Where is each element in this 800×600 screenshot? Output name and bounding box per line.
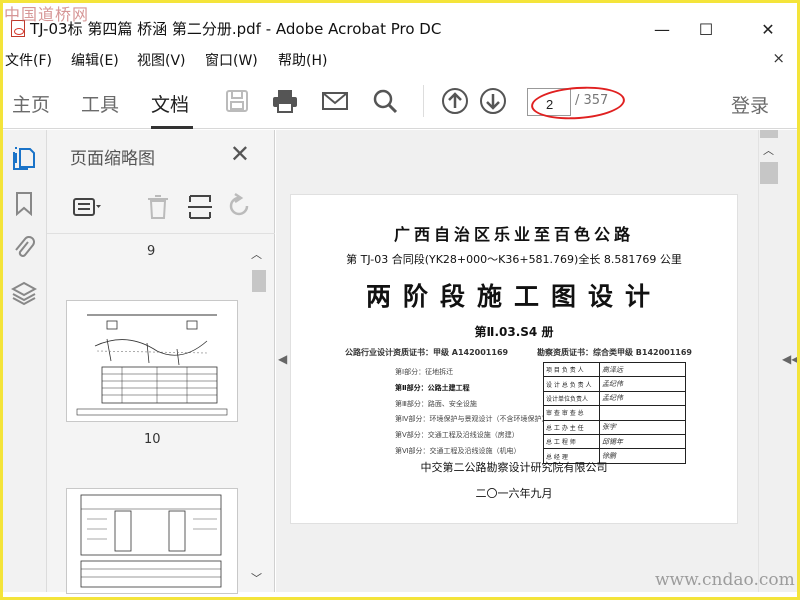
window-title: TJ-03标 第四篇 桥涵 第二分册.pdf - Adobe Acrobat P… <box>30 20 442 38</box>
doc-part: 第Ⅰ部分：征地拆迁 <box>395 368 454 376</box>
table-row: 总 工 办 主 任张宇 <box>543 419 686 435</box>
menu-file[interactable]: 文件(F) <box>5 50 52 70</box>
doc-volume: 第Ⅱ.03.S4 册 <box>474 325 554 339</box>
document-scrollbar-area: ︿ ◀◀ <box>758 130 800 592</box>
tab-tools[interactable]: 工具 <box>81 90 119 117</box>
scroll-top-marker <box>760 130 778 138</box>
watermark-bottom: www.cndao.com <box>655 570 795 590</box>
minimize-button[interactable]: — <box>639 15 685 43</box>
scroll-up-arrow[interactable]: ︿ <box>763 142 774 158</box>
signature-table: 项 目 负 责 人高泽远 设 计 总 负 责 人孟纪伟 设计单位负责人 孟纪伟 审… <box>543 361 686 464</box>
thumbnail-label-10: 10 <box>144 432 161 447</box>
rotate-page-icon[interactable] <box>225 192 255 222</box>
doc-survey-cert: 勘察资质证书：综合类甲级 B142001169 <box>537 348 692 357</box>
menu-window[interactable]: 窗口(W) <box>205 50 258 70</box>
title-bar: TJ-03标 第四篇 桥涵 第二分册.pdf - Adobe Acrobat P… <box>3 3 797 47</box>
doc-design-cert: 公路行业设计资质证书：甲级 A142001169 <box>345 348 509 357</box>
table-row: 总 工 程 师邱锡年 <box>543 433 686 450</box>
search-icon[interactable] <box>371 87 399 115</box>
scroll-down-arrow[interactable]: ﹀ <box>251 570 262 586</box>
panel-title: 页面缩略图 <box>70 149 155 169</box>
scroll-thumb[interactable] <box>252 270 266 292</box>
left-nav-rail <box>3 130 47 592</box>
table-row: 设计单位负责人 孟纪伟 <box>543 390 686 407</box>
role-cell: 设 计 总 负 责 人 <box>543 376 600 392</box>
doc-contract-section: 第 TJ-03 合同段(YK28+000～K36+581.769)全长 8.58… <box>346 253 682 266</box>
signature-cell: 张宇 <box>599 419 686 435</box>
table-row: 审 查 审 查 总 <box>543 405 686 421</box>
doc-part: 第Ⅴ部分：交通工程及沿线设施（房建） <box>395 431 519 440</box>
table-row: 项 目 负 责 人高泽远 <box>543 361 686 378</box>
menu-bar: 文件(F) 编辑(E) 视图(V) 窗口(W) 帮助(H) × <box>3 47 797 71</box>
thumbnail-label-9: 9 <box>147 244 156 259</box>
thumbnail-page-11[interactable] <box>66 488 238 594</box>
doc-main-title: 两阶段施工图设计 <box>365 282 662 311</box>
menu-view[interactable]: 视图(V) <box>137 50 186 70</box>
bookmark-icon[interactable] <box>11 190 37 216</box>
signature-cell: 邱锡年 <box>599 433 686 450</box>
tab-document[interactable]: 文档 <box>151 90 189 117</box>
document-scrollbar[interactable]: ︿ <box>758 130 778 592</box>
signature-cell: 孟纪伟 <box>599 390 686 407</box>
save-icon[interactable] <box>223 87 251 115</box>
tab-home[interactable]: 主页 <box>12 90 50 117</box>
role-cell: 审 查 审 查 总 <box>543 405 600 421</box>
close-panel-button[interactable]: ✕ <box>230 140 250 168</box>
pdf-page: 广西自治区乐业至百色公路 第 TJ-03 合同段(YK28+000～K36+58… <box>290 194 738 524</box>
email-icon[interactable] <box>321 87 349 115</box>
page-thumbnails-panel: 页面缩略图 ✕ 9 10 ︿ ﹀ <box>47 130 275 594</box>
document-view: ◀ 广西自治区乐业至百色公路 第 TJ-03 合同段(YK28+000～K36+… <box>276 130 758 592</box>
watermark-top: 中国道桥网 <box>4 5 90 24</box>
signature-cell: 高泽远 <box>599 361 686 378</box>
doc-part: 第Ⅳ部分：环境保护与景观设计（不含环境保护） <box>395 415 549 424</box>
role-cell: 项 目 负 责 人 <box>543 361 600 378</box>
role-cell: 设计单位负责人 <box>543 390 600 407</box>
menu-help[interactable]: 帮助(H) <box>278 50 327 70</box>
thumbnail-page-10[interactable] <box>66 300 238 422</box>
doc-parts-list: 第Ⅰ部分：征地拆迁 第Ⅱ部分：公路土建工程 第Ⅲ部分：路面、安全设施 第Ⅳ部分：… <box>395 367 548 462</box>
role-cell: 总 工 程 师 <box>543 433 600 450</box>
close-window-button[interactable]: ✕ <box>745 15 791 43</box>
page-total: / 357 <box>575 93 609 108</box>
scroll-up-arrow[interactable]: ︿ <box>251 246 262 262</box>
doc-company: 中交第二公路勘察设计研究院有限公司 <box>420 461 608 474</box>
collapse-left-icon[interactable]: ◀ <box>278 352 287 366</box>
page-thumbnails-icon[interactable] <box>11 144 37 170</box>
thumbnail-drawing <box>76 314 228 416</box>
maximize-button[interactable]: ☐ <box>683 15 729 43</box>
main-toolbar: 主页 工具 文档 / 357 登录 <box>3 71 797 129</box>
thumbnail-drawing <box>80 494 222 588</box>
page-number-input[interactable] <box>527 88 571 116</box>
insert-page-icon[interactable] <box>185 192 215 222</box>
next-page-icon[interactable] <box>479 87 507 115</box>
signature-cell <box>599 405 686 421</box>
signature-cell: 孟纪伟 <box>599 376 686 392</box>
close-document-button[interactable]: × <box>772 49 785 67</box>
role-cell: 总 工 办 主 任 <box>543 419 600 435</box>
thumbnail-scrollbar[interactable]: ︿ ﹀ <box>250 242 266 588</box>
delete-page-icon[interactable] <box>143 192 173 222</box>
doc-part: 第Ⅱ部分：公路土建工程 <box>395 383 470 392</box>
toolbar-separator <box>423 85 424 117</box>
table-row: 设 计 总 负 责 人孟纪伟 <box>543 376 686 392</box>
thumbnail-toolbar <box>47 182 275 234</box>
layers-icon[interactable] <box>11 280 37 306</box>
previous-page-icon[interactable] <box>441 87 469 115</box>
print-icon[interactable] <box>271 87 299 115</box>
active-tab-indicator <box>151 126 193 129</box>
thumbnail-options-icon[interactable] <box>71 192 101 222</box>
doc-part: 第Ⅲ部分：路面、安全设施 <box>395 399 477 408</box>
menu-edit[interactable]: 编辑(E) <box>71 50 119 70</box>
scroll-thumb[interactable] <box>760 162 778 184</box>
login-button[interactable]: 登录 <box>731 91 769 118</box>
attachment-icon[interactable] <box>11 234 37 260</box>
doc-project-name: 广西自治区乐业至百色公路 <box>393 225 634 244</box>
expand-right-panel-icon[interactable]: ◀◀ <box>782 352 800 366</box>
doc-date: 二〇一六年九月 <box>475 487 553 500</box>
